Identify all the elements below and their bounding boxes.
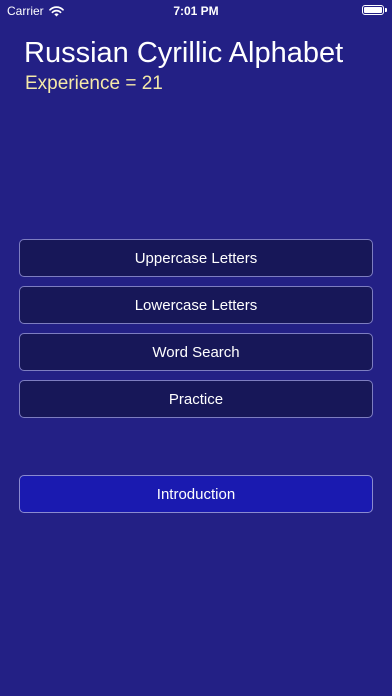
lowercase-letters-label: Lowercase Letters [134, 296, 258, 314]
battery-level [364, 7, 382, 13]
status-bar: Carrier 7:01 PM [0, 0, 392, 22]
word-search-label: Word Search [152, 343, 240, 361]
experience-readout: Experience = 21 [25, 73, 163, 95]
status-time: 7:01 PM [173, 4, 219, 18]
word-search-button[interactable]: Word Search [19, 333, 373, 371]
page-title: Russian Cyrillic Alphabet [24, 37, 344, 69]
battery-tip [385, 8, 387, 12]
uppercase-letters-label: Uppercase Letters [134, 249, 258, 267]
introduction-button[interactable]: Introduction [19, 475, 373, 513]
uppercase-letters-button[interactable]: Uppercase Letters [19, 239, 373, 277]
introduction-label: Introduction [156, 485, 236, 503]
experience-label: Experience = [25, 73, 137, 94]
experience-value: 21 [141, 73, 163, 94]
battery-icon [362, 5, 384, 15]
practice-button[interactable]: Practice [19, 380, 373, 418]
lowercase-letters-button[interactable]: Lowercase Letters [19, 286, 373, 324]
practice-label: Practice [168, 390, 224, 408]
